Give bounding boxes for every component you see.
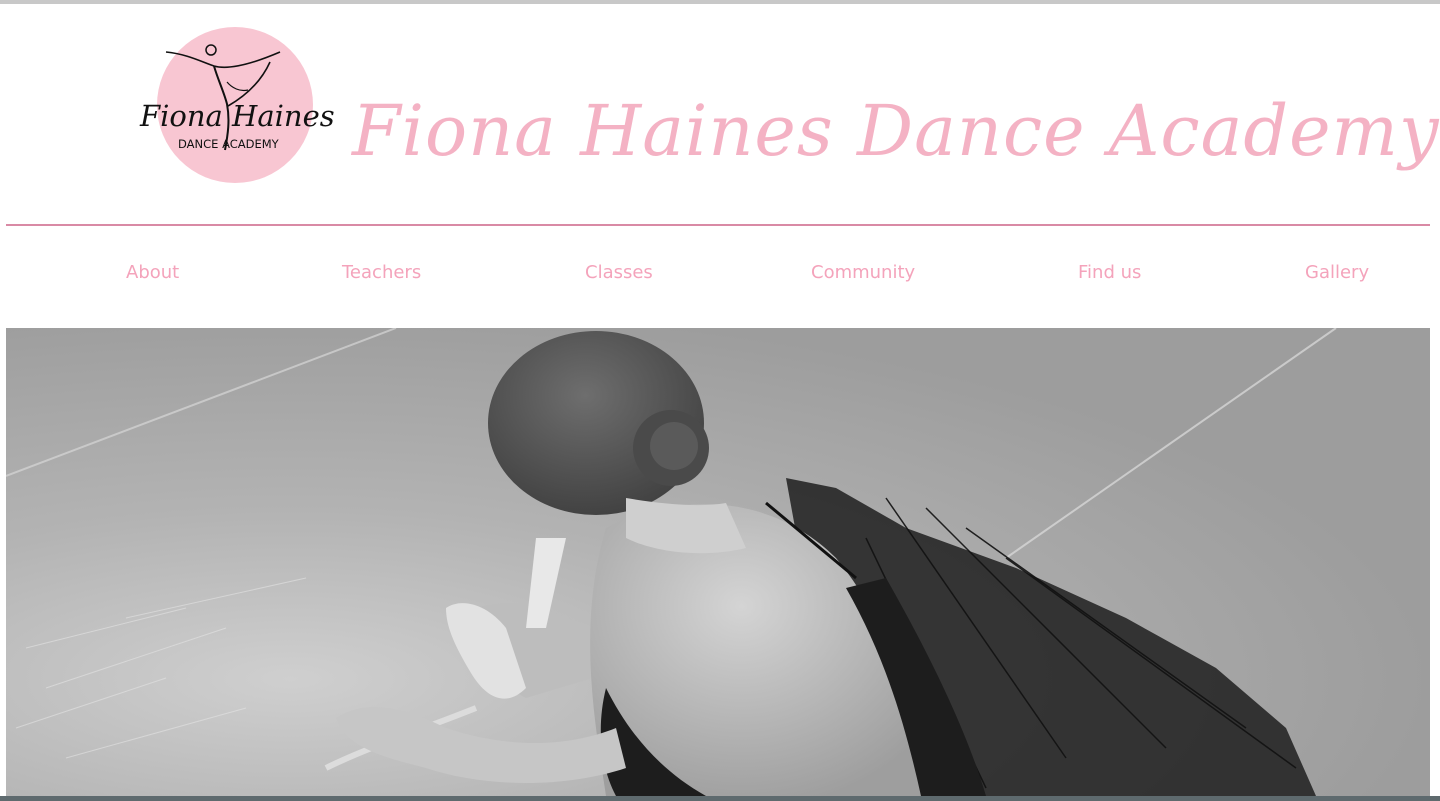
logo-text-name: Fiona Haines (139, 99, 335, 133)
ballet-dancer-photo (6, 328, 1430, 796)
header-divider (6, 224, 1430, 226)
nav-item-community[interactable]: Community (811, 262, 915, 283)
nav-item-classes[interactable]: Classes (585, 262, 653, 283)
nav-item-teachers[interactable]: Teachers (342, 262, 421, 283)
logo-text-academy: DANCE ACADEMY (178, 137, 280, 151)
main-navigation: About Teachers Classes Community Find us… (0, 262, 1440, 298)
nav-item-gallery[interactable]: Gallery (1305, 262, 1369, 283)
site-header: Fiona Haines DANCE ACADEMY Fiona Haines … (0, 4, 1440, 226)
site-title: Fiona Haines Dance Academy (352, 90, 1440, 172)
nav-item-about[interactable]: About (126, 262, 179, 283)
nav-item-find-us[interactable]: Find us (1078, 262, 1141, 283)
logo-graphic: Fiona Haines DANCE ACADEMY (139, 27, 335, 183)
window-bottom-edge (0, 796, 1440, 801)
site-logo[interactable]: Fiona Haines DANCE ACADEMY (132, 22, 337, 192)
hero-image (6, 328, 1430, 796)
